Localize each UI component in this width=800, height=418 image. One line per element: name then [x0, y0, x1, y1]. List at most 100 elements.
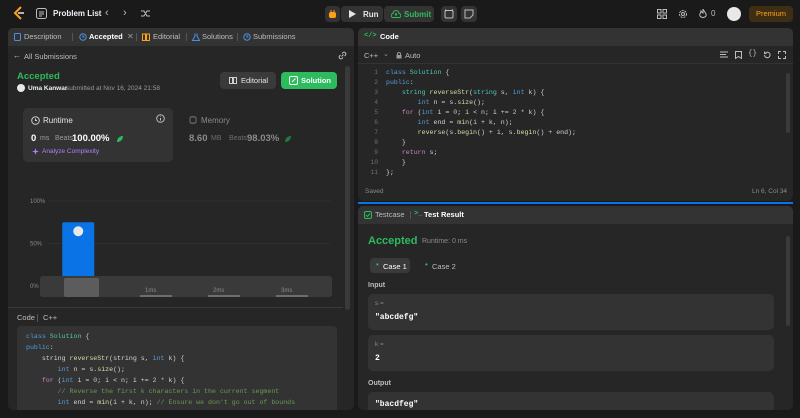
premium-button[interactable]: Premium	[749, 6, 793, 22]
tab-editorial[interactable]: Editorial	[153, 28, 180, 46]
info-icon[interactable]	[156, 114, 165, 123]
share-link-icon[interactable]	[338, 51, 347, 60]
chevron-down-icon[interactable]: ⌄	[383, 50, 389, 58]
code-editor[interactable]: 1 class Solution {2 public: 3 string revers…	[358, 68, 778, 180]
layout-grid-icon[interactable]	[657, 9, 667, 19]
tab-description[interactable]: Description	[24, 28, 62, 46]
line-number: 10	[370, 159, 378, 166]
left-panel-scrollbar[interactable]	[345, 66, 350, 310]
language-select[interactable]: C++	[364, 51, 378, 60]
problem-list-icon[interactable]	[36, 8, 47, 19]
cursor-position: Ln 6, Col 34	[752, 188, 788, 195]
tab-divider	[237, 33, 238, 41]
submitted-code-block[interactable]: class Solution {public: string reverseSt…	[17, 326, 337, 410]
result-scrollbar[interactable]	[786, 236, 790, 326]
runtime-label: Runtime	[43, 116, 73, 125]
cloud-upload-icon	[391, 10, 401, 18]
expand-icon[interactable]	[778, 51, 786, 59]
input-label: Input	[368, 282, 386, 289]
tab-solutions[interactable]: Solutions	[202, 28, 233, 46]
tab-accepted[interactable]: Accepted	[89, 28, 123, 46]
streak-fire-icon[interactable]	[699, 9, 707, 19]
shuffle-icon[interactable]	[140, 8, 151, 19]
reset-icon[interactable]	[763, 51, 771, 59]
editor-tab-code[interactable]: Code	[380, 28, 399, 46]
chart-range-scroller[interactable]: 1ms 2ms 3ms	[40, 276, 332, 297]
play-icon	[349, 10, 356, 18]
pass-dot-icon: •	[425, 260, 428, 269]
memory-value: 8.60	[189, 133, 208, 144]
sparkle-icon	[32, 148, 39, 155]
pass-dot-icon: •	[376, 260, 379, 269]
overview-bar	[208, 295, 240, 297]
line-number: 7	[374, 129, 378, 136]
leaf-icon	[116, 135, 124, 143]
result-header: Testcase >_ Test Result	[358, 206, 793, 224]
editorial-button[interactable]: Editorial	[220, 72, 276, 89]
tab-test-result[interactable]: Test Result	[424, 206, 464, 224]
code-brackets-icon: </>	[364, 32, 377, 40]
avatar[interactable]	[727, 7, 741, 21]
all-submissions-link[interactable]: All Submissions	[24, 52, 77, 61]
close-tab-icon[interactable]: ✕	[127, 32, 134, 41]
case-2-tab[interactable]: • Case 2	[420, 258, 460, 273]
line-number: 6	[374, 119, 378, 126]
autocomplete-mode[interactable]: Auto	[405, 51, 420, 60]
submit-label: Submit	[404, 10, 432, 19]
run-button[interactable]: Run	[341, 6, 383, 22]
format-lines-icon[interactable]	[720, 51, 728, 59]
submitter-name[interactable]: Uma Kanwar	[28, 85, 67, 92]
save-status: Saved	[365, 188, 384, 195]
memory-chip-icon	[189, 116, 197, 124]
tab-divider	[72, 33, 73, 41]
tab-submissions[interactable]: Submissions	[253, 28, 296, 46]
testcase-check-icon	[364, 211, 372, 219]
code-editor-panel: </> Code C++ ⌄ Auto {} 1 class Solution {…	[358, 28, 793, 201]
notes-button[interactable]	[461, 6, 477, 22]
output-box: "bacdfeg"	[368, 392, 774, 410]
braces-icon[interactable]: {}	[748, 50, 757, 58]
memory-card[interactable]: Memory 8.60 MB Beats 98.03%	[181, 108, 291, 162]
leaf-icon	[284, 135, 292, 143]
prev-problem-icon[interactable]: ‹	[105, 7, 109, 19]
solution-label: Solution	[301, 76, 331, 85]
panel-resize-handle[interactable]	[358, 202, 793, 204]
code-line: string reverseStr(string s, int k) {	[401, 89, 545, 96]
editor-header: </> Code	[358, 28, 793, 46]
case-1-tab[interactable]: • Case 1	[370, 258, 410, 273]
case-2-label: Case 2	[432, 261, 456, 271]
editor-scrollbar[interactable]	[786, 73, 790, 133]
solution-button[interactable]: Solution	[281, 72, 337, 89]
y-tick-label: 100%	[30, 199, 46, 205]
line-number: 9	[374, 149, 378, 156]
top-bar: Problem List ‹ › Run Submit 0 Premium	[0, 0, 800, 28]
code-line: int n = s.size();	[417, 99, 485, 106]
settings-gear-icon[interactable]	[678, 9, 688, 19]
left-panel-tabs: Description Accepted ✕ Editorial Solutio…	[8, 28, 354, 46]
solutions-flask-icon	[192, 33, 200, 41]
code-line: public:	[386, 79, 414, 86]
tab-testcase[interactable]: Testcase	[375, 206, 405, 224]
bookmark-icon[interactable]	[735, 51, 742, 59]
editorial-book-icon	[229, 77, 237, 84]
next-problem-icon[interactable]: ›	[123, 7, 127, 19]
edit-pencil-icon	[289, 76, 298, 85]
memory-beats-label: Beats	[229, 135, 247, 142]
timer-button[interactable]	[441, 6, 457, 22]
range-handle[interactable]	[64, 278, 99, 297]
user-avatar[interactable]	[17, 84, 25, 92]
runtime-value: 0	[31, 133, 37, 144]
debug-button[interactable]	[325, 6, 340, 22]
terminal-icon: >_	[414, 210, 423, 218]
analyze-complexity-link[interactable]: Analyze Complexity	[42, 148, 99, 155]
submit-button[interactable]: Submit	[384, 6, 434, 22]
runtime-unit: ms	[40, 135, 50, 142]
overview-tick-label: 1ms	[145, 288, 157, 294]
code-line: reverse(s.begin() + i, s.begin() + end);	[417, 129, 576, 136]
runtime-card[interactable]: Runtime 0 ms Beats 100.00% Analyze Compl…	[23, 108, 173, 162]
leetcode-logo-icon[interactable]	[12, 6, 26, 21]
back-arrow-icon[interactable]: ←	[13, 51, 21, 60]
overview-bar	[140, 295, 172, 297]
submitted-at: submitted at Nov 16, 2024 21:58	[66, 85, 160, 92]
problem-list-link[interactable]: Problem List	[53, 9, 101, 18]
